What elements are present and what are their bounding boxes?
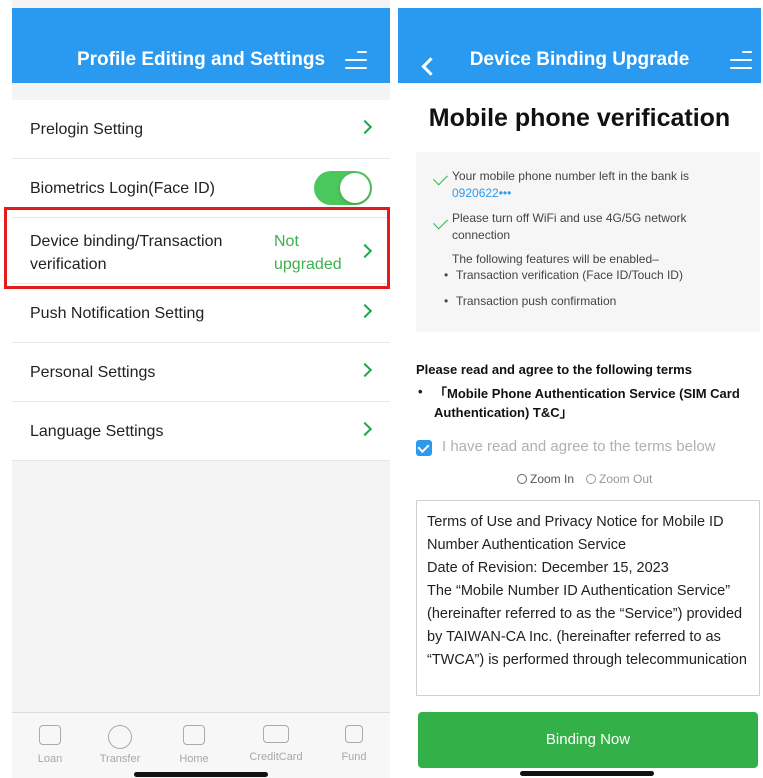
agree-label: I have read and agree to the terms below [442, 438, 716, 455]
settings-item-personal[interactable]: Personal Settings [12, 343, 390, 402]
loan-icon [39, 725, 61, 745]
agree-checkbox[interactable] [416, 440, 432, 456]
toggle-knob [340, 173, 370, 203]
check-icon [433, 214, 448, 230]
tab-home[interactable]: Home [164, 725, 224, 765]
feature-item: Transaction verification (Face ID/Touch … [444, 268, 683, 282]
network-info-line: Please turn off WiFi and use 4G/5G netwo… [452, 211, 687, 242]
chevron-right-icon [357, 119, 373, 135]
terms-heading: Please read and agree to the following t… [416, 362, 692, 377]
terms-text: Terms of Use and Privacy Notice for Mobi… [427, 514, 747, 668]
tab-transfer[interactable]: Transfer [90, 725, 150, 765]
home-icon [183, 725, 205, 745]
tab-label: Fund [341, 751, 367, 763]
profile-settings-screen: Profile Editing and Settings Prelogin Se… [4, 0, 390, 778]
chevron-right-icon [357, 362, 373, 378]
settings-item-language[interactable]: Language Settings [12, 402, 390, 461]
tab-fund[interactable]: Fund [324, 725, 384, 763]
chevron-right-icon [357, 303, 373, 319]
zoom-in-icon [517, 474, 527, 484]
zoom-out-label: Zoom Out [599, 472, 653, 486]
home-indicator [520, 771, 654, 776]
zoom-in-button[interactable]: Zoom In [517, 472, 574, 486]
tab-label: CreditCard [249, 751, 303, 763]
binding-now-button[interactable]: Binding Now [418, 712, 758, 768]
settings-item-label: Personal Settings [30, 364, 156, 381]
zoom-in-label: Zoom In [530, 472, 575, 486]
bottom-tab-bar: Loan Transfer Home CreditCard Fund [12, 712, 390, 778]
features-intro: The following features will be enabled– [452, 252, 659, 266]
tab-label: Transfer [99, 753, 141, 765]
right-header: Device Binding Upgrade [398, 8, 761, 83]
info-panel: Your mobile phone number left in the ban… [416, 152, 760, 332]
zoom-out-icon [586, 474, 596, 484]
phone-info-line: Your mobile phone number left in the ban… [452, 168, 742, 202]
tab-loan[interactable]: Loan [20, 725, 80, 765]
phone-number: 0920622••• [452, 186, 512, 200]
tab-creditcard[interactable]: CreditCard [246, 725, 306, 763]
settings-item-prelogin[interactable]: Prelogin Setting [12, 100, 390, 159]
menu-icon[interactable] [730, 51, 752, 71]
home-indicator [134, 772, 268, 777]
check-icon [433, 170, 448, 186]
left-header: Profile Editing and Settings [12, 8, 390, 83]
left-header-title: Profile Editing and Settings [76, 49, 326, 70]
zoom-out-button[interactable]: Zoom Out [586, 472, 652, 486]
tab-label: Loan [37, 753, 63, 765]
highlight-box [4, 207, 390, 289]
settings-item-push-notification[interactable]: Push Notification Setting [12, 284, 390, 343]
feature-item: Transaction push confirmation [444, 294, 616, 308]
creditcard-icon [263, 725, 289, 743]
terms-document-link[interactable]: 「Mobile Phone Authentication Service (SI… [434, 384, 754, 422]
settings-item-label: Push Notification Setting [30, 305, 205, 322]
right-header-title: Device Binding Upgrade [469, 49, 690, 70]
settings-item-label: Language Settings [30, 423, 164, 440]
biometrics-toggle[interactable] [314, 171, 372, 205]
device-binding-screen: Device Binding Upgrade Mobile phone veri… [398, 0, 761, 778]
menu-icon[interactable] [345, 51, 367, 71]
page-title: Mobile phone verification [428, 104, 731, 132]
chevron-right-icon [357, 421, 373, 437]
tab-label: Home [179, 753, 209, 765]
bullet: • [418, 384, 423, 399]
phone-info-text: Your mobile phone number left in the ban… [452, 169, 690, 183]
terms-scroll-box[interactable]: Terms of Use and Privacy Notice for Mobi… [416, 500, 760, 696]
fund-chart-icon [345, 725, 363, 743]
transfer-icon [108, 725, 132, 749]
settings-item-label: Prelogin Setting [30, 121, 143, 138]
